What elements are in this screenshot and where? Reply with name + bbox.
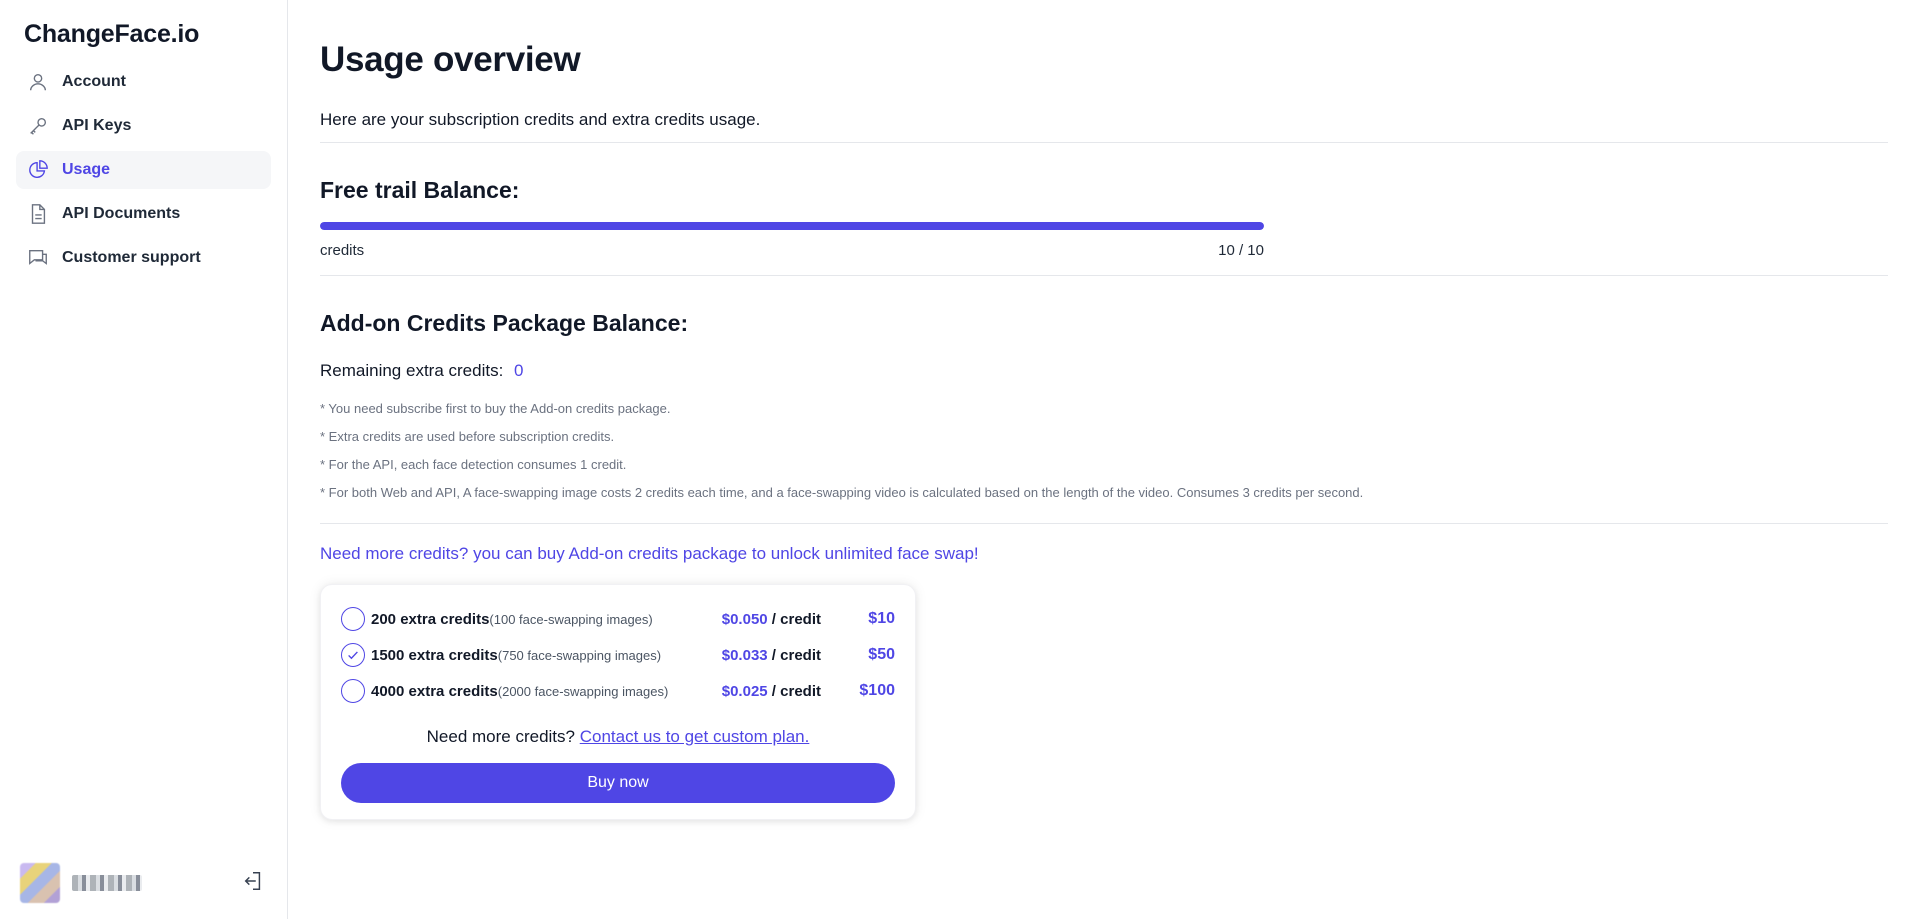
package-unit-price: $0.033 / credit: [691, 647, 821, 664]
free-trial-progress-fill: [320, 222, 1264, 230]
sidebar: ChangeFace.io Account API Keys Usage API…: [0, 0, 288, 919]
unit-price-value: $0.050: [721, 610, 768, 628]
key-icon: [26, 114, 50, 138]
sidebar-item-usage[interactable]: Usage: [16, 151, 271, 189]
package-option-4000[interactable]: 4000 extra credits (2000 face-swapping i…: [341, 673, 895, 709]
package-subtitle: (2000 face-swapping images): [497, 683, 669, 699]
package-option-200[interactable]: 200 extra credits (100 face-swapping ima…: [341, 601, 895, 637]
free-trial-label: credits: [320, 242, 365, 259]
package-name: 200 extra credits: [371, 610, 490, 628]
package-name: 4000 extra credits: [371, 682, 498, 700]
package-unit-price: $0.025 / credit: [691, 683, 821, 700]
note-item: * Extra credits are used before subscrip…: [320, 429, 615, 444]
unit-price-value: $0.033: [721, 646, 768, 664]
unit-price-suffix: / credit: [767, 610, 821, 628]
sidebar-item-label: API Documents: [62, 205, 181, 222]
username-redacted: [72, 875, 142, 891]
remaining-credits: Remaining extra credits: 0: [320, 361, 1888, 381]
sidebar-footer: [20, 863, 267, 903]
sidebar-item-customer-support[interactable]: Customer support: [16, 239, 271, 277]
addon-notes: * You need subscribe first to buy the Ad…: [320, 395, 1888, 507]
app-logo[interactable]: ChangeFace.io: [16, 16, 271, 63]
unit-price-value: $0.025: [721, 682, 768, 700]
logout-icon: [242, 870, 264, 897]
pie-chart-icon: [26, 158, 50, 182]
addon-title: Add-on Credits Package Balance:: [320, 310, 689, 336]
radio-button[interactable]: [341, 607, 365, 631]
package-subtitle: (750 face-swapping images): [497, 647, 662, 663]
avatar: [20, 863, 60, 903]
document-icon: [26, 202, 50, 226]
package-unit-price: $0.050 / credit: [691, 611, 821, 628]
note-item: * For both Web and API, A face-swapping …: [320, 485, 1364, 500]
logout-button[interactable]: [239, 869, 267, 897]
sidebar-item-label: Usage: [62, 161, 111, 178]
free-trial-progress-labels: credits 10 / 10: [320, 242, 1264, 259]
custom-plan-text: Need more credits? Contact us to get cus…: [341, 727, 895, 747]
sidebar-nav: Account API Keys Usage API Documents Cus…: [16, 63, 271, 277]
remaining-credits-label: Remaining extra credits:: [320, 361, 504, 380]
contact-us-link[interactable]: Contact us to get custom plan.: [580, 727, 810, 746]
unit-price-suffix: / credit: [767, 682, 821, 700]
app-root: ChangeFace.io Account API Keys Usage API…: [0, 0, 1920, 919]
promo-text: Need more credits? you can buy Add-on cr…: [320, 544, 979, 563]
page-title: Usage overview: [320, 40, 581, 79]
divider: [320, 523, 1888, 524]
note-item: * You need subscribe first to buy the Ad…: [320, 401, 671, 416]
free-trial-title: Free trail Balance:: [320, 177, 520, 203]
user-icon: [26, 70, 50, 94]
package-total: $50: [868, 646, 895, 663]
sidebar-item-api-documents[interactable]: API Documents: [16, 195, 271, 233]
package-option-1500[interactable]: 1500 extra credits (750 face-swapping im…: [341, 637, 895, 673]
user-profile[interactable]: [20, 863, 142, 903]
package-name: 1500 extra credits: [371, 646, 498, 664]
radio-button[interactable]: [341, 679, 365, 703]
intro-text: Here are your subscription credits and e…: [320, 110, 1888, 143]
check-icon: [348, 651, 358, 660]
note-item: * For the API, each face detection consu…: [320, 457, 627, 472]
radio-button-selected[interactable]: [341, 643, 365, 667]
sidebar-item-label: Account: [62, 73, 126, 90]
buy-now-button[interactable]: Buy now: [341, 763, 895, 803]
free-trial-progress: [320, 222, 1264, 230]
main-content: Usage overview Here are your subscriptio…: [288, 0, 1920, 919]
package-card: 200 extra credits (100 face-swapping ima…: [320, 584, 916, 820]
custom-plan-label: Need more credits?: [426, 727, 575, 746]
sidebar-item-label: Customer support: [62, 249, 201, 266]
remaining-credits-value: 0: [514, 361, 524, 380]
sidebar-item-api-keys[interactable]: API Keys: [16, 107, 271, 145]
package-subtitle: (100 face-swapping images): [489, 611, 653, 627]
chat-icon: [26, 246, 50, 270]
sidebar-item-label: API Keys: [62, 117, 132, 134]
free-trial-value: 10 / 10: [1218, 242, 1264, 259]
divider: [320, 275, 1888, 276]
unit-price-suffix: / credit: [767, 646, 821, 664]
sidebar-item-account[interactable]: Account: [16, 63, 271, 101]
package-total: $10: [868, 610, 895, 627]
package-total: $100: [859, 682, 895, 699]
